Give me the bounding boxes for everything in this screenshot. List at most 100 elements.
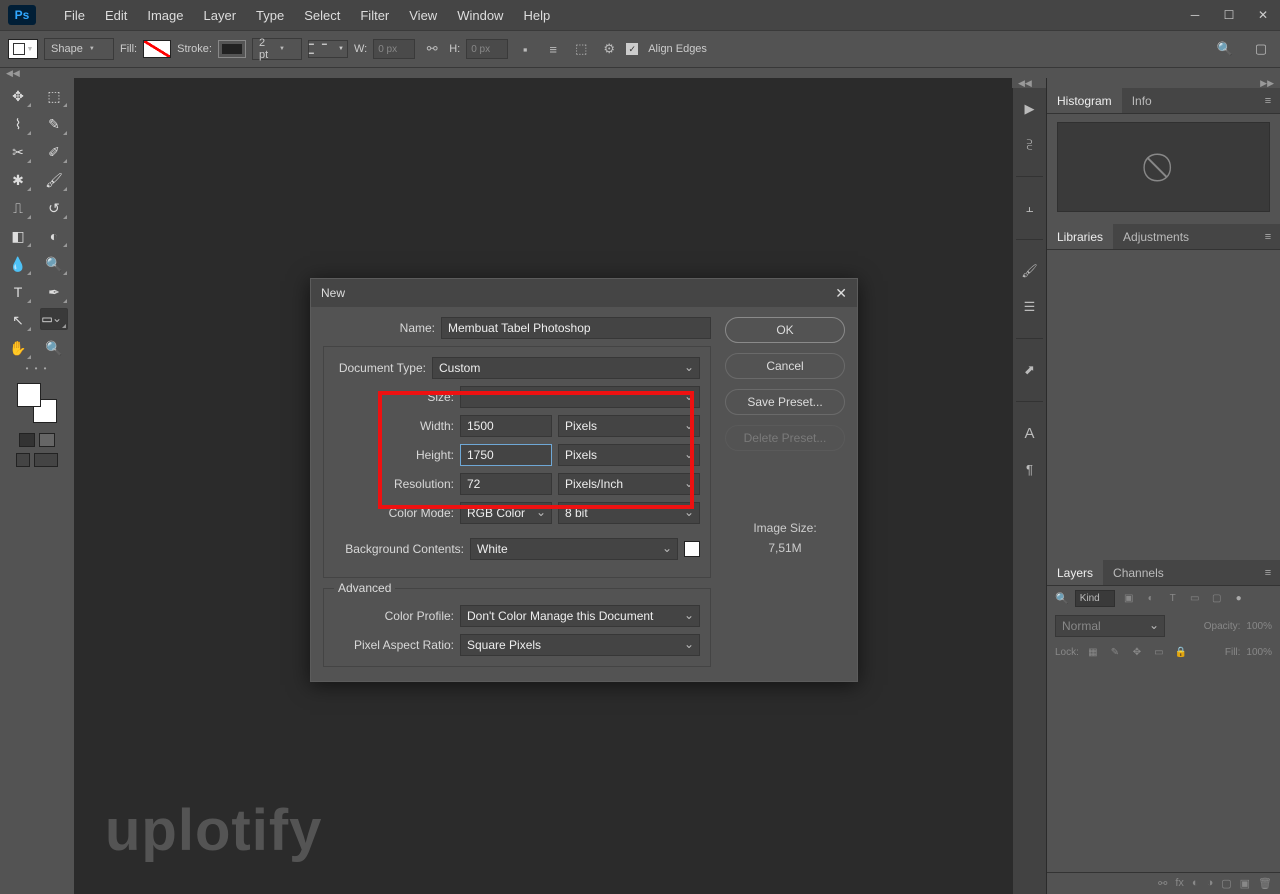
color-profile-select[interactable]: Don't Color Manage this Document xyxy=(460,605,700,627)
collapse-handle-left[interactable]: ◀◀ xyxy=(0,68,1280,78)
doctype-select[interactable]: Custom xyxy=(432,357,700,379)
brush-panel-icon[interactable]: ⫠ xyxy=(1019,197,1041,219)
path-op-icon[interactable]: ▪ xyxy=(514,38,536,60)
height-input[interactable] xyxy=(460,444,552,466)
ok-button[interactable]: OK xyxy=(725,317,845,343)
menu-file[interactable]: File xyxy=(54,4,95,27)
fx-icon[interactable]: fx xyxy=(1175,877,1184,890)
menu-view[interactable]: View xyxy=(399,4,447,27)
play-icon[interactable]: ▶ xyxy=(1019,98,1041,120)
hand-tool[interactable]: ✋ xyxy=(4,336,32,360)
close-button[interactable]: ✕ xyxy=(1246,0,1280,30)
fill-opacity-value[interactable]: 100% xyxy=(1246,647,1272,658)
menu-filter[interactable]: Filter xyxy=(350,4,399,27)
color-bits-select[interactable]: 8 bit xyxy=(558,502,700,524)
menu-type[interactable]: Type xyxy=(246,4,294,27)
tab-libraries[interactable]: Libraries xyxy=(1047,224,1113,249)
adjustment-layer-icon[interactable]: ◑ xyxy=(1207,877,1214,890)
dodge-tool[interactable]: 🔍 xyxy=(40,252,68,276)
blend-mode-select[interactable]: Normal xyxy=(1055,615,1165,637)
history-brush-tool[interactable]: ↺ xyxy=(40,196,68,220)
tab-histogram[interactable]: Histogram xyxy=(1047,88,1122,113)
shape-tool[interactable]: ▭ xyxy=(40,308,68,330)
width-unit-select[interactable]: Pixels xyxy=(558,415,700,437)
lock-brush-icon[interactable]: ✎ xyxy=(1107,645,1123,659)
eraser-tool[interactable]: ◧ xyxy=(4,224,32,248)
search-mini-icon[interactable]: 🔍 xyxy=(1055,592,1069,605)
width-input[interactable] xyxy=(460,415,552,437)
resolution-input[interactable] xyxy=(460,473,552,495)
opacity-value[interactable]: 100% xyxy=(1246,621,1272,632)
panel-menu-icon[interactable]: ≡ xyxy=(1256,88,1280,113)
panel-menu-icon-2[interactable]: ≡ xyxy=(1256,224,1280,249)
h-input[interactable]: 0 px xyxy=(466,39,508,59)
marquee-tool[interactable]: ⬚ xyxy=(40,84,68,108)
mask-icon[interactable]: ◐ xyxy=(1192,877,1199,890)
lock-all-icon[interactable]: 🔒 xyxy=(1173,645,1189,659)
right-collapse-handle-1[interactable]: ◀◀ xyxy=(1012,78,1046,88)
kind-filter[interactable] xyxy=(1075,590,1115,607)
screen-mode-toggle[interactable] xyxy=(16,453,58,467)
gradient-tool[interactable]: ◐ xyxy=(40,224,68,248)
stamp-tool[interactable]: ⎍ xyxy=(4,196,32,220)
shape-mode-select[interactable]: Shape xyxy=(44,38,114,60)
delete-layer-icon[interactable]: 🗑 xyxy=(1258,877,1272,890)
stroke-style[interactable]: ━ ━ ━▼ xyxy=(308,40,348,58)
menu-window[interactable]: Window xyxy=(447,4,513,27)
filter-image-icon[interactable]: ▣ xyxy=(1121,592,1137,606)
eyedropper-tool[interactable]: ✐ xyxy=(40,140,68,164)
align-edges-checkbox[interactable]: ✓ xyxy=(626,43,638,55)
menu-edit[interactable]: Edit xyxy=(95,4,137,27)
move-tool[interactable]: ✥ xyxy=(4,84,32,108)
menu-help[interactable]: Help xyxy=(513,4,560,27)
brush-tool[interactable]: 🖌 xyxy=(40,168,68,192)
resolution-unit-select[interactable]: Pixels/Inch xyxy=(558,473,700,495)
lock-move-icon[interactable]: ✥ xyxy=(1129,645,1145,659)
tab-info[interactable]: Info xyxy=(1122,88,1162,113)
tool-overflow-icon[interactable]: • • • xyxy=(26,364,49,373)
filter-shape-icon[interactable]: ▭ xyxy=(1187,592,1203,606)
char-panel-icon[interactable]: A xyxy=(1019,422,1041,444)
heal-tool[interactable]: ✱ xyxy=(4,168,32,192)
stroke-swatch[interactable] xyxy=(218,40,246,58)
search-icon[interactable]: 🔍 xyxy=(1214,38,1236,60)
save-preset-button[interactable]: Save Preset... xyxy=(725,389,845,415)
fill-swatch[interactable] xyxy=(143,40,171,58)
par-select[interactable]: Square Pixels xyxy=(460,634,700,656)
group-icon[interactable]: ▢ xyxy=(1221,877,1231,890)
brush-settings-icon[interactable]: 🖌 xyxy=(1019,260,1041,282)
quick-select-tool[interactable]: ✎ xyxy=(40,112,68,136)
link-layer-icon[interactable]: ⚯ xyxy=(1158,877,1167,890)
panel-menu-icon-3[interactable]: ≡ xyxy=(1256,560,1280,585)
sliders-icon[interactable]: ⫔ xyxy=(1019,134,1041,156)
tab-layers[interactable]: Layers xyxy=(1047,560,1103,585)
arrange-icon[interactable]: ⬚ xyxy=(570,38,592,60)
maximize-button[interactable]: ☐ xyxy=(1212,0,1246,30)
gear-icon[interactable]: ⚙ xyxy=(598,38,620,60)
link-icon[interactable]: ⚯ xyxy=(421,38,443,60)
name-input[interactable] xyxy=(441,317,711,339)
zoom-tool[interactable]: 🔍 xyxy=(40,336,68,360)
menu-layer[interactable]: Layer xyxy=(194,4,247,27)
size-select[interactable] xyxy=(460,386,700,408)
height-unit-select[interactable]: Pixels xyxy=(558,444,700,466)
workspace-icon[interactable]: ▢ xyxy=(1250,38,1272,60)
menu-image[interactable]: Image xyxy=(137,4,193,27)
filter-toggle-icon[interactable]: ● xyxy=(1231,592,1247,606)
w-input[interactable]: 0 px xyxy=(373,39,415,59)
color-mode-select[interactable]: RGB Color xyxy=(460,502,552,524)
quick-mask-toggle[interactable] xyxy=(19,433,55,447)
clone-panel-icon[interactable]: ⬈ xyxy=(1019,359,1041,381)
new-layer-icon[interactable]: ▣ xyxy=(1240,877,1250,890)
crop-tool[interactable]: ✂ xyxy=(4,140,32,164)
right-collapse-handle-2[interactable]: ▶▶ xyxy=(1047,78,1280,88)
pen-tool[interactable]: ✒ xyxy=(40,280,68,304)
path-tool[interactable]: ↖ xyxy=(4,308,32,332)
tab-adjustments[interactable]: Adjustments xyxy=(1113,224,1199,249)
tool-preset[interactable]: ▼ xyxy=(8,39,38,59)
align-icon[interactable]: ≡ xyxy=(542,38,564,60)
filter-type-icon[interactable]: T xyxy=(1165,592,1181,606)
minimize-button[interactable]: ─ xyxy=(1178,0,1212,30)
menu-select[interactable]: Select xyxy=(294,4,350,27)
lock-pixels-icon[interactable]: ▦ xyxy=(1085,645,1101,659)
